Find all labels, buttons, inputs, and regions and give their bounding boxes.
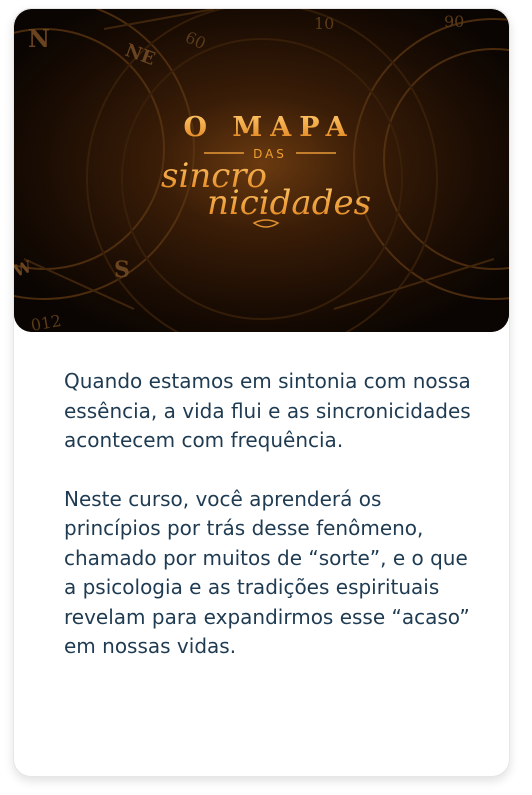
course-description: Quando estamos em sintonia com nossa ess… — [64, 367, 484, 691]
banner-title-main: O MAPA — [183, 112, 354, 143]
course-banner-image: N NE S W 60 10 90 012 O MAPA DAS sincro … — [14, 9, 509, 332]
dial-number-10: 10 — [314, 14, 334, 33]
description-paragraph-1: Quando estamos em sintonia com nossa ess… — [64, 369, 471, 452]
banner-illustration: N NE S W 60 10 90 012 O MAPA DAS sincro … — [14, 9, 509, 332]
banner-title-script-2: nicidades — [207, 183, 371, 223]
dial-number-90: 90 — [444, 12, 464, 31]
compass-letter-n: N — [28, 24, 50, 53]
compass-letter-s: S — [114, 257, 130, 283]
description-paragraph-2: Neste curso, você aprenderá os princípio… — [64, 486, 470, 659]
course-card: N NE S W 60 10 90 012 O MAPA DAS sincro … — [13, 8, 510, 777]
